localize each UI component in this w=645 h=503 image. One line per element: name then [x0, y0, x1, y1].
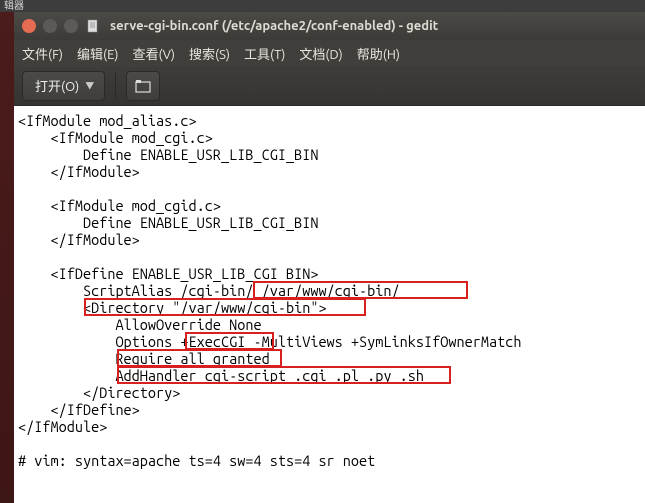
open-button[interactable]: 打开(O) ▼	[22, 71, 105, 101]
window-titlebar: serve-cgi-bin.conf (/etc/apache2/conf-en…	[14, 12, 645, 40]
menu-file[interactable]: 文件(F)	[22, 44, 63, 63]
editor-area[interactable]: <IfModule mod_alias.c> <IfModule mod_cgi…	[14, 106, 645, 503]
highlight-box	[117, 349, 282, 367]
menu-edit[interactable]: 编辑(E)	[77, 44, 118, 63]
new-tab-icon	[135, 79, 151, 93]
close-icon[interactable]	[22, 19, 36, 33]
menubar: 文件(F) 编辑(E) 查看(V) 搜索(S) 工具(T) 文档(D) 帮助(H…	[14, 40, 645, 66]
toolbar-separator	[115, 72, 116, 100]
highlight-box	[253, 281, 468, 299]
menu-help[interactable]: 帮助(H)	[357, 44, 400, 63]
panel-label: 辑器	[4, 0, 24, 11]
menu-documents[interactable]: 文档(D)	[299, 44, 342, 63]
menu-tools[interactable]: 工具(T)	[244, 44, 285, 63]
launcher-strip	[0, 12, 14, 503]
new-tab-button[interactable]	[126, 71, 160, 101]
menu-view[interactable]: 查看(V)	[133, 44, 175, 63]
highlight-box	[185, 332, 274, 350]
maximize-icon[interactable]	[64, 19, 78, 33]
open-button-label: 打开(O)	[35, 76, 79, 95]
highlight-box	[84, 298, 367, 316]
highlight-box	[117, 366, 451, 384]
minimize-icon[interactable]	[43, 19, 57, 33]
menu-search[interactable]: 搜索(S)	[189, 44, 230, 63]
panel-bar: 辑器	[0, 0, 645, 12]
gedit-window: serve-cgi-bin.conf (/etc/apache2/conf-en…	[14, 12, 645, 503]
window-title: serve-cgi-bin.conf (/etc/apache2/conf-en…	[110, 19, 438, 33]
toolbar: 打开(O) ▼	[14, 66, 645, 106]
app-icon	[85, 18, 101, 34]
chevron-down-icon: ▼	[85, 79, 94, 92]
